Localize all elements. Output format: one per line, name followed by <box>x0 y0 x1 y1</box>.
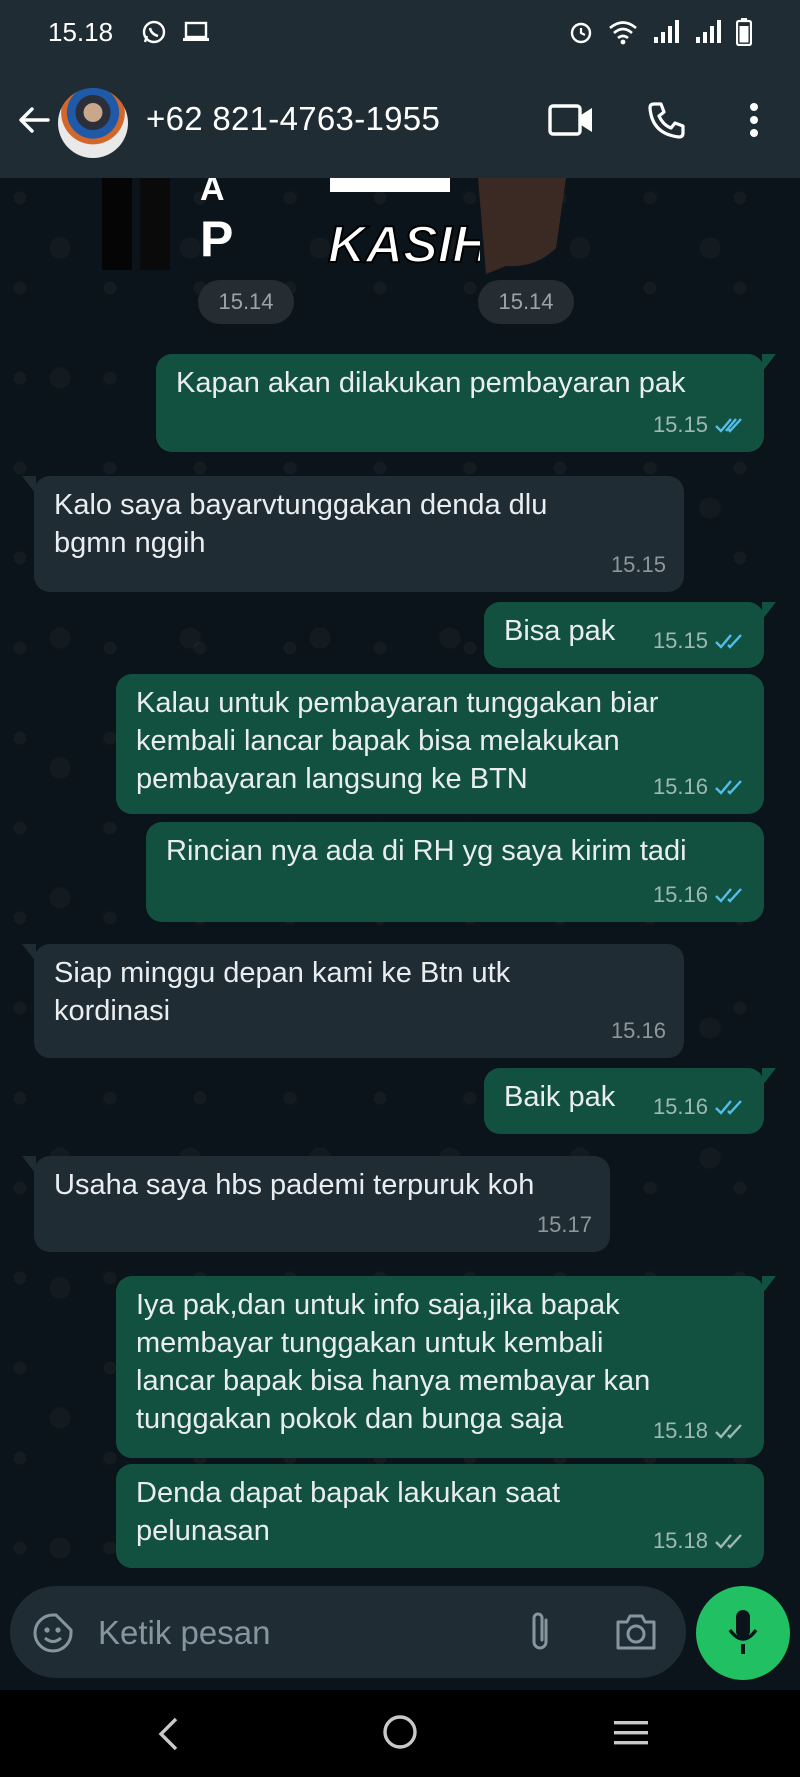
read-receipt-icon <box>715 418 742 433</box>
sticker-image[interactable] <box>476 178 576 278</box>
microphone-icon <box>728 1610 758 1654</box>
attach-icon[interactable] <box>526 1608 554 1656</box>
sticker-image[interactable]: KASIH <box>320 178 480 278</box>
message-text: lancar bapak bisa hanya membayar kan <box>136 1365 651 1397</box>
outgoing-message[interactable]: Rincian nya ada di RH yg saya kirim tadi… <box>146 822 764 922</box>
laptop-icon <box>183 21 210 41</box>
chat-area[interactable]: AP KASIH 15.14 15.14 Kapan akan dilakuka… <box>0 178 800 1593</box>
signal-icon <box>654 20 679 43</box>
read-receipt-icon <box>715 634 742 649</box>
outgoing-message[interactable]: Iya pak,dan untuk info saja,jika bapak m… <box>116 1276 776 1458</box>
incoming-message[interactable]: Kalo saya bayarvtunggakan denda dlu bgmn… <box>22 476 684 592</box>
message-text: Iya pak,dan untuk info saja,jika bapak <box>136 1289 620 1321</box>
alarm-icon <box>570 22 592 44</box>
message-text: bgmn nggih <box>54 527 206 559</box>
outgoing-message[interactable]: Baik pak 15.16 <box>484 1068 776 1134</box>
camera-icon[interactable] <box>614 1612 658 1652</box>
outgoing-message[interactable]: Kapan akan dilakukan pembayaran pak 15.1… <box>156 354 776 452</box>
message-time: 15.15 <box>652 412 708 437</box>
sticker-image[interactable] <box>100 178 180 273</box>
more-options-icon[interactable] <box>748 102 760 138</box>
message-text: Usaha saya hbs pademi terpuruk koh <box>54 1169 535 1201</box>
message-time: 15.16 <box>652 1094 708 1119</box>
message-input[interactable]: Ketik pesan <box>98 1614 270 1652</box>
avatar[interactable] <box>58 88 128 158</box>
svg-text:P: P <box>200 211 233 267</box>
voice-message-button[interactable] <box>696 1586 790 1680</box>
message-text: membayar tunggakan untuk kembali <box>136 1327 604 1359</box>
message-time: 15.18 <box>652 1528 708 1553</box>
message-time: 15.15 <box>610 552 666 577</box>
message-time: 15.16 <box>652 774 708 799</box>
nav-back-icon[interactable] <box>156 1716 180 1752</box>
message-time: 15.16 <box>610 1018 666 1043</box>
read-receipt-icon <box>715 1100 742 1115</box>
read-receipt-icon <box>715 780 742 795</box>
chat-header: +62 821-4763-1955 <box>0 64 800 178</box>
sticker-timestamp: 15.14 <box>198 280 294 324</box>
delivered-receipt-icon <box>715 1424 742 1439</box>
emoji-sticker-icon[interactable] <box>32 1612 74 1654</box>
message-text: Kalau untuk pembayaran tunggakan biar <box>136 687 659 719</box>
wifi-icon <box>609 21 637 45</box>
status-bar: 15.18 <box>0 0 800 64</box>
incoming-message[interactable]: Usaha saya hbs pademi terpuruk koh 15.17 <box>22 1156 610 1252</box>
message-text: Siap minggu depan kami ke Btn utk <box>54 957 511 989</box>
message-time: 15.18 <box>652 1418 708 1443</box>
sticker-timestamp: 15.14 <box>478 280 574 324</box>
svg-text:A: A <box>200 178 225 208</box>
svg-text:KASIH: KASIH <box>328 216 480 274</box>
phone-call-icon[interactable] <box>646 100 686 140</box>
back-arrow-icon[interactable] <box>14 100 54 140</box>
nav-recents-icon[interactable] <box>612 1718 650 1748</box>
whatsapp-icon <box>142 20 166 44</box>
message-text: Rincian nya ada di RH yg saya kirim tadi <box>166 835 687 867</box>
sticker-messages: AP KASIH 15.14 15.14 <box>0 178 800 328</box>
message-text: Kalo saya bayarvtunggakan denda dlu <box>54 489 548 521</box>
message-time: 15.15 <box>652 628 708 653</box>
sticker-image[interactable]: AP <box>196 178 246 278</box>
delivered-receipt-icon <box>715 1534 742 1549</box>
incoming-message[interactable]: Siap minggu depan kami ke Btn utk kordin… <box>22 944 684 1058</box>
message-text: Denda dapat bapak lakukan saat <box>136 1477 561 1509</box>
outgoing-message[interactable]: Kalau untuk pembayaran tunggakan biar ke… <box>116 674 764 814</box>
read-receipt-icon <box>715 888 742 903</box>
video-call-icon[interactable] <box>548 102 594 138</box>
message-text: kembali lancar bapak bisa melakukan <box>136 725 620 757</box>
nav-home-icon[interactable] <box>382 1714 418 1750</box>
message-text: Kapan akan dilakukan pembayaran pak <box>176 367 686 399</box>
outgoing-message[interactable]: Denda dapat bapak lakukan saat pelunasan… <box>116 1464 764 1568</box>
status-time: 15.18 <box>48 16 114 47</box>
contact-name[interactable]: +62 821-4763-1955 <box>146 100 440 138</box>
message-composer[interactable]: Ketik pesan <box>10 1586 686 1678</box>
message-time: 15.17 <box>536 1212 592 1237</box>
system-navigation-bar <box>0 1690 800 1777</box>
battery-icon <box>736 18 752 46</box>
signal-icon <box>696 20 721 43</box>
outgoing-message[interactable]: Bisa pak 15.15 <box>484 602 776 668</box>
message-time: 15.16 <box>652 882 708 907</box>
message-text: kordinasi <box>54 995 171 1027</box>
